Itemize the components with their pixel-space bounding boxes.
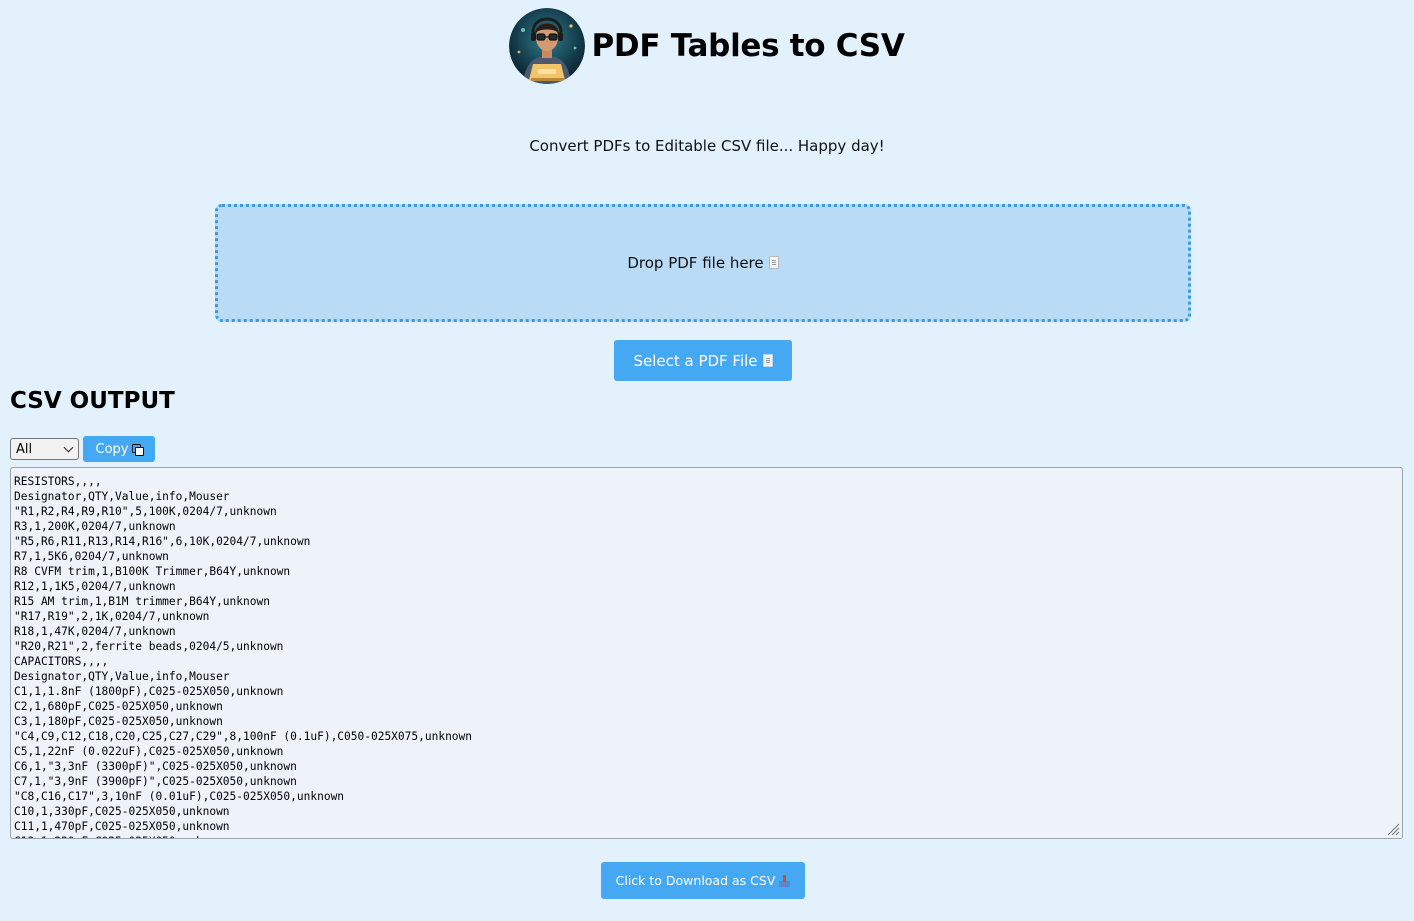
- pdf-dropzone[interactable]: Drop PDF file here: [215, 204, 1191, 322]
- dropzone-label-text: Drop PDF file here: [627, 254, 764, 272]
- select-pdf-button-label: Select a PDF File: [633, 351, 758, 370]
- app-header: PDF Tables to CSV: [0, 8, 1414, 84]
- subtitle: Convert PDFs to Editable CSV file... Hap…: [529, 137, 885, 155]
- csv-output-heading: CSV OUTPUT: [10, 388, 175, 414]
- dropzone-label: Drop PDF file here: [627, 254, 779, 272]
- chevron-down-icon: [63, 442, 74, 452]
- developer-avatar-icon: [509, 8, 586, 84]
- select-pdf-button[interactable]: Select a PDF File: [614, 340, 792, 381]
- download-csv-button-label: Click to Download as CSV: [615, 873, 776, 888]
- resize-handle-icon[interactable]: [1386, 822, 1400, 836]
- document-icon: [768, 256, 779, 269]
- table-filter-value: All: [16, 441, 33, 457]
- csv-output-textarea[interactable]: RESISTORS,,,, Designator,QTY,Value,info,…: [10, 467, 1403, 839]
- copy-button[interactable]: Copy: [83, 436, 155, 462]
- download-tray-icon: [779, 874, 791, 887]
- copy-icon: [132, 444, 145, 456]
- copy-button-label: Copy: [95, 441, 129, 457]
- output-controls: All Copy: [10, 436, 155, 462]
- document-icon: [762, 354, 773, 367]
- page-title: PDF Tables to CSV: [591, 27, 905, 64]
- download-csv-button[interactable]: Click to Download as CSV: [601, 862, 805, 899]
- page: PDF Tables to CSV Convert PDFs to Editab…: [0, 0, 1414, 921]
- table-filter-select[interactable]: All: [10, 438, 79, 460]
